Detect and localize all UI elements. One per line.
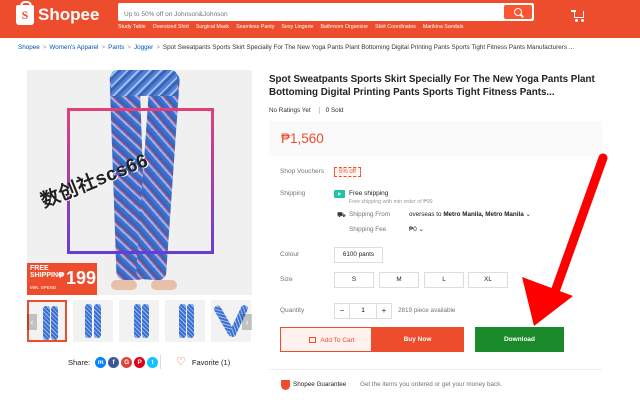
breadcrumb-link[interactable]: Women's Apparel (49, 44, 98, 51)
size-label: Size (280, 276, 293, 283)
breadcrumb-current: Spot Sweatpants Sports Skirt Specially F… (162, 44, 575, 51)
suggestion-link[interactable]: Study Table (118, 24, 146, 30)
shipping-label: Shipping (280, 190, 306, 197)
chevron-left-icon[interactable]: ‹ (27, 314, 37, 330)
logo-letter: S (21, 8, 29, 22)
free-shipping-sub: Free shipping with min order of ₱99 (349, 199, 433, 205)
logo-text: Shopee (38, 5, 100, 24)
divider (269, 369, 602, 370)
thumbnail[interactable] (73, 300, 113, 342)
product-title: Spot Sweatpants Sports Skirt Specially F… (269, 74, 595, 98)
thumbnail-strip: ‹ › (27, 300, 252, 344)
minus-button[interactable]: − (335, 304, 350, 318)
stock-available: 2819 piece available (398, 307, 456, 314)
ship-from-prefix: overseas to (409, 211, 442, 218)
cart-plus-icon (309, 337, 317, 343)
ship-from-value[interactable]: overseas to Metro Manila, Metro Manila ⌄ (409, 211, 531, 218)
favorite-button[interactable]: ♡ Favorite (1) (176, 356, 231, 368)
price-box: ₱1,560 (269, 121, 602, 156)
messenger-icon[interactable]: m (95, 357, 107, 368)
breadcrumb-link[interactable]: Shopee (18, 44, 40, 51)
suggestion-link[interactable]: Skirt Coordinates (375, 24, 416, 30)
arrow-shaft (547, 153, 608, 305)
share-label: Share: (68, 358, 91, 367)
free-shipping-badge: FREE SHIPPING MIN. SPEND ₱ 199 (27, 263, 97, 295)
chevron-down-icon: ⌄ (418, 226, 424, 233)
search-button[interactable] (504, 5, 532, 19)
ship-fee-label: Shipping Fee (349, 226, 387, 233)
search-bar (118, 3, 534, 24)
badge-amount: 199 (66, 268, 97, 288)
ship-from-dest: Metro Manila, Metro Manila (443, 211, 524, 218)
size-option[interactable]: XL (468, 272, 508, 288)
free-shipping-text: Free shipping (349, 190, 389, 197)
suggestion-link[interactable]: Seamless Panty (236, 24, 274, 30)
size-option[interactable]: L (424, 272, 464, 288)
breadcrumb-link[interactable]: Pants (108, 44, 124, 51)
product-price: ₱1,560 (281, 131, 324, 146)
download-button[interactable]: Download (475, 327, 564, 352)
shopping-bag-icon: S (16, 1, 34, 25)
main-product-image[interactable]: 数创社scs66 FREE SHIPPING MIN. SPEND ₱ 199 (27, 70, 252, 295)
truck-icon: ⛟ (337, 212, 346, 219)
quantity-label: Quantity (280, 307, 305, 314)
search-input[interactable] (118, 5, 502, 24)
ratings-text[interactable]: No Ratings Yet (269, 107, 311, 114)
search-icon (514, 8, 522, 16)
suggestion-link[interactable]: Bathroom Organizer (320, 24, 368, 30)
chevron-right-icon[interactable]: › (242, 314, 252, 330)
guarantee-title: Shopee Guarantee (293, 381, 347, 388)
add-to-cart-button[interactable]: Add To Cart (280, 327, 384, 352)
google-icon[interactable]: G (121, 357, 133, 368)
colour-option[interactable]: 6100 pants (334, 247, 383, 263)
buy-now-button[interactable]: Buy Now (371, 327, 464, 352)
heart-icon: ♡ (176, 356, 186, 368)
ship-from-label: Shipping From (349, 211, 390, 218)
quantity-stepper: − + (334, 303, 392, 319)
arrow-head (522, 277, 573, 326)
badge-peso: ₱ (59, 271, 65, 280)
ship-fee-amount: ₱0 (409, 226, 417, 233)
badge-free: FREE (30, 265, 49, 272)
thumbnail[interactable] (165, 300, 205, 342)
ship-fee-value[interactable]: ₱0 ⌄ (409, 226, 424, 233)
voucher-chip[interactable]: 5% off (334, 167, 361, 177)
thumbnail[interactable] (119, 300, 159, 342)
plus-button[interactable]: + (376, 304, 391, 318)
suggestion-link[interactable]: Marikina Sandals (423, 24, 464, 30)
breadcrumb: Shopee > Women's Apparel > Pants > Jogger > Spot… (18, 44, 575, 51)
cart-icon[interactable] (571, 9, 585, 22)
pinterest-icon[interactable]: P (134, 357, 146, 368)
size-option[interactable]: S (334, 272, 374, 288)
twitter-icon[interactable]: t (147, 357, 159, 368)
suggestion-link[interactable]: Oversized Shirt (153, 24, 189, 30)
suggestion-link[interactable]: Sexy Lingerie (281, 24, 313, 30)
search-suggestions: Study Table Oversized Shirt Surgical Mas… (118, 24, 463, 30)
vouchers-label: Shop Vouchers (280, 168, 325, 175)
favorite-label: Favorite (1) (191, 357, 231, 367)
divider (160, 355, 161, 369)
share-bar: Share: m f G P t (68, 357, 159, 368)
badge-min-spend: MIN. SPEND (30, 285, 57, 290)
facebook-icon[interactable]: f (108, 357, 120, 368)
breadcrumb-link[interactable]: Jogger (134, 44, 153, 51)
size-option[interactable]: M (379, 272, 419, 288)
shield-icon (281, 380, 290, 390)
quantity-input[interactable] (350, 304, 376, 318)
sold-count: 0 (325, 107, 330, 114)
free-shipping-truck-icon: ▶ (334, 190, 345, 198)
sold-label: Sold (330, 107, 344, 114)
colour-label: Colour (280, 251, 300, 258)
guarantee-text: Get the items you ordered or get your mo… (360, 381, 503, 388)
suggestion-link[interactable]: Surgical Mask (196, 24, 229, 30)
top-header: S Shopee Study Table Oversized Shirt Sur… (0, 0, 640, 38)
ratings-row: No Ratings Yet 0 Sold (269, 107, 344, 114)
shopee-logo[interactable]: S Shopee (16, 1, 100, 25)
chevron-down-icon: ⌄ (525, 211, 531, 218)
add-to-cart-label: Add To Cart (320, 337, 355, 344)
